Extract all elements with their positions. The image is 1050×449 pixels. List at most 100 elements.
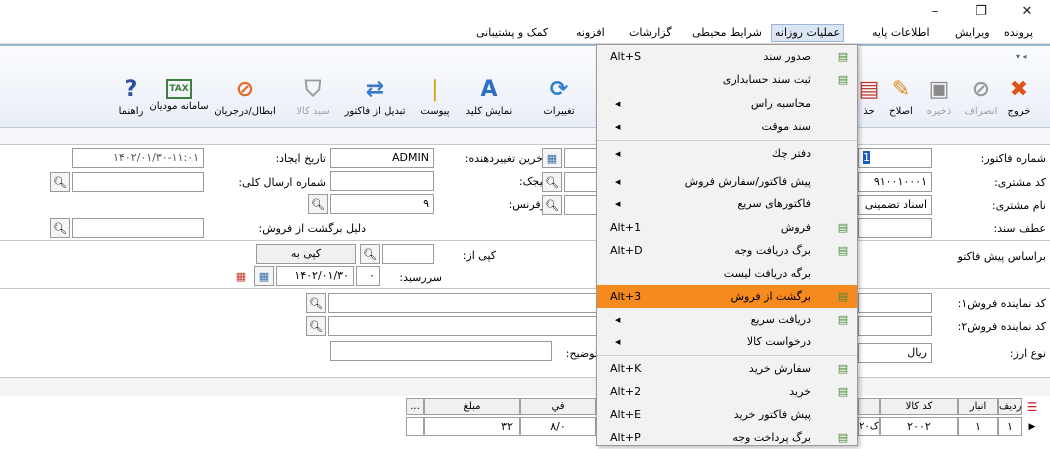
invoice-no-field[interactable]: 1 (858, 148, 932, 168)
search-icon[interactable]: 🔍︎ (360, 244, 380, 264)
dropdown-item[interactable]: ◀ پیش فاکتور/سفارش فروش (597, 170, 857, 193)
search-icon[interactable]: 🔍︎ (306, 293, 326, 313)
calendar-icon[interactable]: ▦ (254, 266, 274, 286)
sales-return-icon: ▤ (837, 290, 849, 303)
delete-icon: ▤ (858, 76, 880, 102)
dropdown-item[interactable]: ◀ فاكتورهای سریع (597, 192, 857, 215)
dropdown-item-shortcut: Alt+1 (610, 221, 642, 234)
dropdown-item-label: خرید (789, 385, 811, 398)
sanad-ref-field[interactable] (858, 218, 932, 238)
toolbar-overflow-icon[interactable]: ▾ ◂ (1016, 52, 1027, 61)
return-reason-field[interactable] (72, 218, 204, 238)
filter-icon[interactable]: ☰ (1024, 400, 1040, 416)
total-send-field[interactable] (72, 172, 204, 192)
grid-cell-warehouse[interactable]: ۱ (958, 417, 998, 436)
dropdown-item-label: برگ دریافت وجه (734, 244, 811, 257)
agent1-code-field[interactable] (858, 293, 932, 313)
close-button[interactable]: ✕ (1004, 0, 1050, 22)
currency-field[interactable]: ریال (858, 343, 932, 363)
code-field[interactable] (564, 172, 598, 192)
submenu-arrow-icon: ◀ (615, 337, 621, 346)
toolbar-button[interactable]: TAX سامانه مودیان (149, 74, 209, 120)
calendar-icon[interactable]: ▦ (542, 148, 562, 168)
bijak-label: بیجک: (518, 175, 546, 188)
dropdown-item-shortcut: Alt+3 (610, 290, 642, 303)
invoice-no-label: شماره فاکتور: (980, 152, 1046, 165)
search-icon[interactable]: 🔍︎ (308, 194, 328, 214)
created-date-label: تاریخ ایجاد: (275, 152, 326, 165)
dropdown-item-label: برگشت از فروش (730, 290, 811, 303)
search-icon[interactable]: 🔍︎ (50, 172, 70, 192)
agent2-code-field[interactable] (858, 316, 932, 336)
grid-cell-row-no[interactable]: ۱ (998, 417, 1022, 436)
dropdown-item[interactable]: ◀ دفتر چك (597, 142, 857, 165)
reference-field[interactable]: ۹ (330, 194, 434, 214)
due-label: سررسید: (399, 271, 442, 284)
toolbar-button[interactable]: ? راهنما (108, 74, 154, 120)
dropdown-item[interactable]: Alt+3 برگشت از فروش ▤ (597, 285, 857, 308)
menu-file[interactable]: پرونده (1004, 24, 1033, 42)
calendar-clear-icon[interactable]: ▦ (233, 268, 249, 284)
copy-to-button[interactable]: کپی به (256, 244, 356, 264)
dropdown-item[interactable]: ثبت سند حسابداری ▤ (597, 68, 857, 91)
dropdown-item-label: برگه دریافت لیست (723, 267, 811, 280)
toolbar-button[interactable]: ⇄ تبدیل از فاکتور (345, 74, 406, 120)
name-field[interactable] (564, 195, 598, 215)
dropdown-item[interactable]: برگه دریافت لیست (597, 262, 857, 285)
menu-base-info[interactable]: اطلاعات پایه (872, 24, 930, 42)
invoice-no-value: 1 (863, 151, 870, 164)
grid-header-more[interactable]: ... (406, 398, 424, 415)
menu-environment[interactable]: شرایط محیطی (692, 24, 762, 42)
restore-button[interactable]: ❐ (958, 0, 1004, 22)
grid-cell-more[interactable] (406, 417, 424, 436)
dropdown-item[interactable]: Alt+2 خرید ▤ (597, 380, 857, 403)
agent1-label: کد نماینده فروش۱: (957, 297, 1046, 310)
customer-code-field[interactable]: ۹۱۰۰۱۰۰۰۱ (858, 172, 932, 192)
menu-help-support[interactable]: کمک و پشتیبانی (476, 24, 548, 42)
grid-cell-item-code[interactable]: ۲۰۰۲ (880, 417, 958, 436)
dropdown-item[interactable]: Alt+E پیش فاكتور خرید (597, 403, 857, 426)
due-date-field[interactable]: ۱۴۰۲/۰۱/۳۰ (276, 266, 354, 286)
title-bar (0, 0, 1050, 22)
dropdown-item[interactable]: ◀ دریافت سریع ▤ (597, 308, 857, 331)
description-field[interactable] (330, 341, 552, 361)
dropdown-item[interactable]: ◀ درخواست کالا (597, 330, 857, 353)
exit-icon: ✖ (1009, 76, 1029, 102)
minimize-button[interactable]: – (912, 0, 958, 22)
menu-daily-operations[interactable]: عملیات روزانه (771, 24, 845, 42)
dropdown-item[interactable]: ◀ محاسبه راس (597, 92, 857, 115)
total-send-label: شماره ارسال کلی: (238, 176, 326, 189)
due-days-field[interactable]: ۰ (356, 266, 380, 286)
refresh-icon: ⟳ (549, 76, 569, 102)
toolbar-button[interactable]: ⊘ انصراف (958, 74, 1004, 120)
search-icon[interactable]: 🔍︎ (50, 218, 70, 238)
grid-header-amount: مبلغ (424, 398, 520, 415)
toolbar-button[interactable]: ❘ پیوست (412, 74, 458, 120)
menu-addons[interactable]: افزونه (576, 24, 605, 42)
copy-from-field[interactable] (382, 244, 434, 264)
search-icon[interactable]: 🔍︎ (542, 172, 562, 192)
toolbar-button[interactable]: ⛉ سبد کالا (290, 74, 336, 120)
menu-edit[interactable]: ویرایش (955, 24, 990, 42)
divider (0, 144, 1050, 145)
current-row-indicator: ▶ (1028, 422, 1036, 432)
search-icon[interactable]: 🔍︎ (306, 316, 326, 336)
menu-reports[interactable]: گزارشات (629, 24, 672, 42)
date-field[interactable] (564, 148, 598, 168)
grid-cell-fragment[interactable]: ک۲۰ (858, 417, 880, 436)
toolbar-button[interactable]: ⟳ تغییرات (536, 74, 582, 120)
search-icon[interactable]: 🔍︎ (542, 195, 562, 215)
submenu-arrow-icon: ◀ (615, 315, 621, 324)
bijak-field[interactable] (330, 171, 434, 191)
dropdown-item[interactable]: ◀ سند موقت (597, 115, 857, 138)
toolbar-button[interactable]: A نمایش کلید (466, 74, 513, 120)
dropdown-item[interactable]: Alt+1 فروش ▤ (597, 216, 857, 239)
dropdown-item[interactable]: Alt+K سفارش خرید ▤ (597, 357, 857, 380)
toolbar-button[interactable]: ⊘ ابطال/درجریان (214, 74, 276, 120)
dropdown-item[interactable]: Alt+S صدور سند ▤ (597, 45, 857, 68)
customer-name-label: نام مشتری: (991, 199, 1046, 212)
grid-cell-amount[interactable]: ۳۲ (424, 417, 520, 436)
dropdown-item[interactable]: Alt+D برگ دریافت وجه ▤ (597, 239, 857, 262)
customer-name-field[interactable]: اسناد تضمینی (858, 195, 932, 215)
grid-cell-price[interactable]: ۸/۰ (520, 417, 596, 436)
